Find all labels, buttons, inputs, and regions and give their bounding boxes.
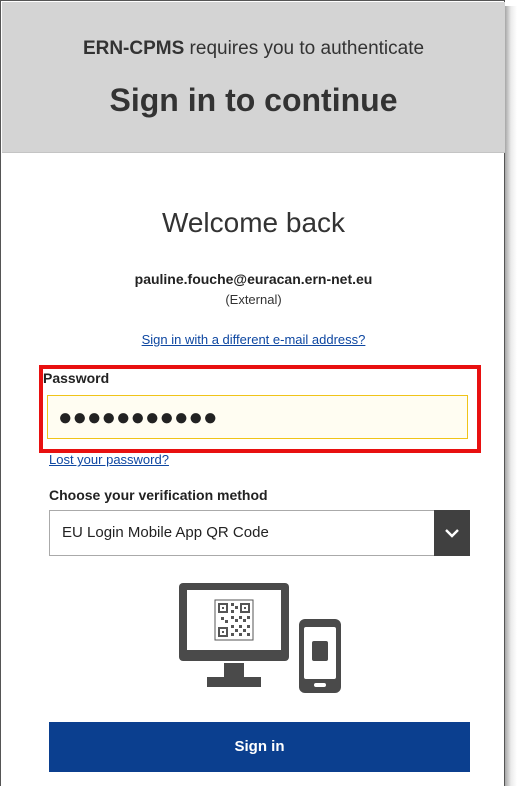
verification-method-value: EU Login Mobile App QR Code — [62, 524, 269, 541]
password-value: ●●●●●●●●●●● — [58, 404, 218, 431]
password-label: Password — [43, 370, 110, 386]
app-name: ERN-CPMS — [82, 38, 185, 59]
lost-password-link[interactable]: Lost your password? — [49, 452, 169, 467]
verification-method-select[interactable]: EU Login Mobile App QR Code — [49, 510, 470, 556]
smartphone-icon — [299, 619, 341, 693]
window-shadow — [505, 6, 517, 786]
account-type: (External) — [225, 292, 282, 307]
auth-requirement-suffix: requires you to authenticate — [184, 38, 425, 59]
auth-requirement-text: ERN-CPMS requires you to authenticate — [2, 38, 505, 60]
auth-header: ERN-CPMS requires you to authenticate Si… — [2, 2, 505, 153]
different-email-link[interactable]: Sign in with a different e-mail address? — [1, 332, 506, 347]
qr-code-icon — [214, 599, 254, 641]
login-window: ERN-CPMS requires you to authenticate Si… — [0, 0, 505, 786]
page-title: Sign in to continue — [109, 82, 398, 118]
welcome-heading: Welcome back — [161, 207, 346, 238]
desktop-qr-phone-icon — [179, 583, 341, 693]
verification-method-label: Choose your verification method — [49, 487, 268, 503]
user-email: pauline.fouche@euracan.ern-net.eu — [134, 271, 373, 287]
chevron-down-icon[interactable] — [434, 510, 470, 556]
sign-in-button[interactable]: Sign in — [49, 722, 470, 772]
password-field[interactable]: ●●●●●●●●●●● — [47, 395, 468, 439]
